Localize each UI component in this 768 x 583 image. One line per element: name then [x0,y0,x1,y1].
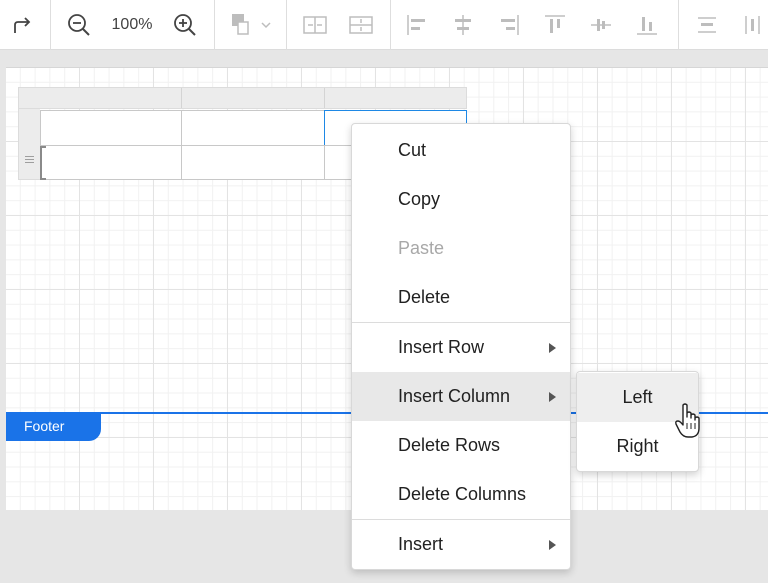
zoom-in-icon [174,14,196,36]
redo-icon [14,17,31,33]
merge-horizontal-button[interactable] [298,0,332,50]
align-middle-icon [591,19,611,31]
table-cell[interactable] [40,110,182,146]
align-bottom-button[interactable] [630,0,664,50]
distribute-horizontal-icon [698,17,716,33]
submenu-arrow-icon [549,392,556,402]
distribute-horizontal-button[interactable] [690,0,724,50]
zoom-in-button[interactable] [168,0,202,50]
menu-item-label: Delete Columns [398,484,527,504]
redo-button[interactable] [0,0,44,50]
zoom-level-text: 100% [111,16,153,33]
merge-cells-vertical-icon [349,16,373,34]
zoom-out-icon [68,14,90,36]
menu-item-insert[interactable]: Insert [352,520,570,569]
distribute-vertical-icon [745,16,760,34]
align-center-button[interactable] [446,0,480,50]
fill-color-dropdown[interactable] [224,0,274,50]
table-cell[interactable] [181,145,325,180]
table-row-header[interactable] [18,109,40,180]
menu-item-paste: Paste [352,224,570,273]
menu-item-label: Cut [398,140,427,160]
row-handle-icon[interactable] [25,156,34,165]
row-selection-bracket [40,146,46,180]
submenu-arrow-icon [549,343,556,353]
menu-item-label: Copy [398,189,441,209]
table-cell[interactable] [324,145,354,180]
merge-vertical-button[interactable] [344,0,378,50]
zoom-out-button[interactable] [62,0,96,50]
fill-color-icon [232,14,271,35]
align-left-icon [407,15,425,35]
footer-band-label[interactable]: Footer [6,412,101,441]
align-top-button[interactable] [538,0,572,50]
submenu-arrow-icon [549,540,556,550]
submenu-item-label: Right [616,436,659,456]
hand-cursor-icon [675,403,700,438]
table-cell[interactable] [40,145,182,180]
distribute-vertical-button[interactable] [736,0,766,50]
menu-item-label: Delete [398,287,451,307]
menu-item-label: Paste [398,238,445,258]
align-right-button[interactable] [492,0,526,50]
menu-item-label: Insert Column [398,386,511,406]
align-top-icon [545,15,565,33]
menu-item-label: Insert Row [398,337,485,357]
menu-item-delete-rows[interactable]: Delete Rows [352,421,570,470]
toolbar: 100% [0,0,768,50]
zoom-level[interactable]: 100% [102,0,162,50]
menu-item-label: Insert [398,534,444,554]
menu-item-insert-column[interactable]: Insert Column [352,372,570,421]
menu-item-delete-columns[interactable]: Delete Columns [352,470,570,519]
menu-item-cut[interactable]: Cut [352,126,570,175]
merge-cells-horizontal-icon [303,16,327,34]
table-column-header[interactable] [18,87,467,109]
align-center-icon [455,15,471,35]
menu-item-copy[interactable]: Copy [352,175,570,224]
align-right-icon [501,15,519,35]
align-bottom-icon [637,17,657,35]
align-left-button[interactable] [400,0,434,50]
menu-item-insert-row[interactable]: Insert Row [352,323,570,372]
table-cell[interactable] [181,110,325,146]
context-menu: Cut Copy Paste Delete Insert Row Insert … [351,123,571,570]
align-middle-button[interactable] [584,0,618,50]
submenu-item-label: Left [622,387,653,407]
menu-item-label: Delete Rows [398,435,501,455]
menu-item-delete[interactable]: Delete [352,273,570,322]
